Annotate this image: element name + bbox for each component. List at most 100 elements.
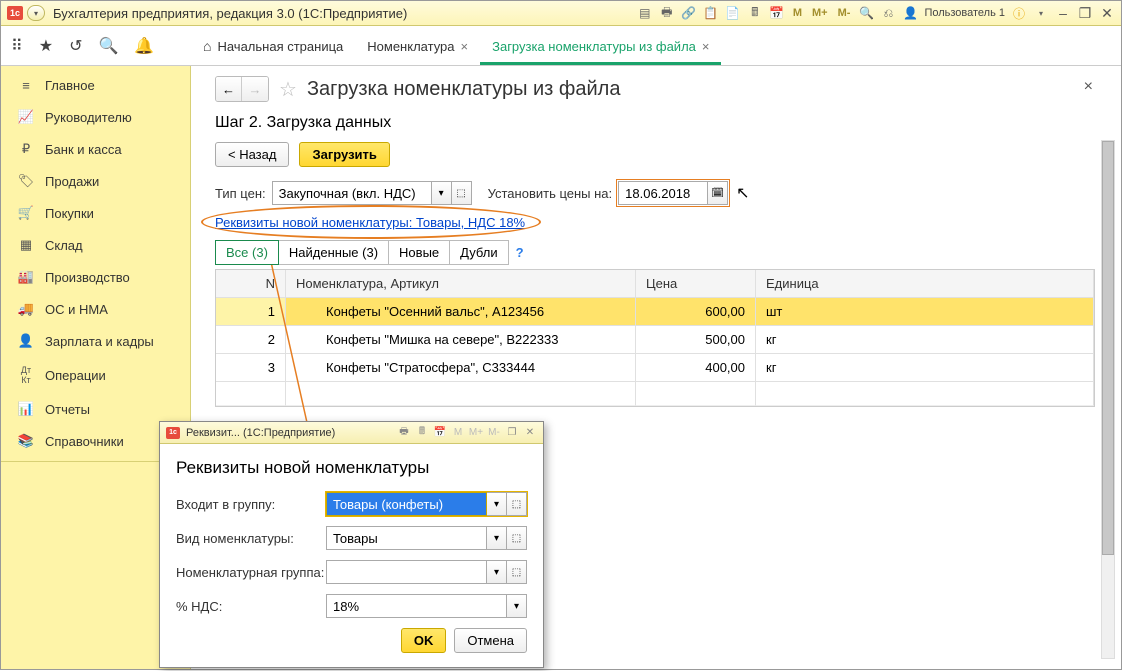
m-icon[interactable]: M	[451, 426, 465, 440]
help-icon[interactable]: ?	[516, 245, 524, 260]
ok-button[interactable]: OK	[401, 628, 447, 653]
tab-import[interactable]: Загрузка номенклатуры из файла ×	[480, 31, 721, 65]
vat-input[interactable]	[326, 594, 507, 618]
load-button[interactable]: Загрузить	[299, 142, 389, 167]
nav-back-button[interactable]: ←	[216, 77, 242, 101]
sidebar-item-assets[interactable]: 🚚ОС и НМА	[1, 293, 190, 325]
sidebar-item-sales[interactable]: 🏷Продажи	[1, 165, 190, 197]
new-item-defaults-link[interactable]: Реквизиты новой номенклатуры: Товары, НД…	[215, 215, 525, 230]
nomgroup-combo[interactable]: ▾ ⬚	[326, 560, 527, 584]
scrollbar-thumb[interactable]	[1102, 141, 1114, 555]
vertical-scrollbar[interactable]	[1101, 140, 1115, 659]
search-icon[interactable]: 🔍	[98, 36, 118, 56]
clipboard-icon[interactable]: 📋	[703, 5, 719, 21]
calc-icon[interactable]: 🖩	[747, 5, 763, 21]
user-label[interactable]: Пользователь 1	[924, 7, 1005, 19]
kind-label: Вид номенклатуры:	[176, 531, 326, 546]
calendar-picker-icon[interactable]: 🗓	[708, 181, 728, 205]
close-page-button[interactable]: ×	[1084, 78, 1093, 96]
open-dialog-icon[interactable]: ⬚	[507, 492, 527, 516]
cell-name: Конфеты "Осенний вальс", A123456	[286, 298, 636, 326]
sidebar-item-production[interactable]: 🏭Производство	[1, 261, 190, 293]
filter-tab-new[interactable]: Новые	[388, 240, 450, 265]
tab-nomenclature[interactable]: Номенклатура ×	[355, 31, 480, 65]
print-icon[interactable]: 🖶	[659, 5, 675, 21]
print-icon[interactable]: 🖶	[397, 426, 411, 440]
table-row[interactable]: 2 Конфеты "Мишка на севере", B222333 500…	[216, 326, 1094, 354]
cancel-button[interactable]: Отмена	[454, 628, 527, 653]
sidebar-item-label: Склад	[45, 238, 83, 253]
dropdown-icon[interactable]: ▾	[487, 560, 507, 584]
tab-home[interactable]: ⌂ Начальная страница	[191, 30, 355, 65]
zoom-icon[interactable]: 🔍	[858, 5, 874, 21]
sidebar-item-main[interactable]: ≡Главное	[1, 70, 190, 101]
close-icon[interactable]: ×	[461, 39, 469, 54]
filter-tab-found[interactable]: Найденные (3)	[278, 240, 389, 265]
dropdown-icon[interactable]: ▾	[432, 181, 452, 205]
memory-m-button[interactable]: M	[791, 7, 804, 19]
calendar-icon[interactable]: 📅	[433, 426, 447, 440]
sidebar-item-salary[interactable]: 👤Зарплата и кадры	[1, 325, 190, 357]
group-combo[interactable]: ▾ ⬚	[326, 492, 527, 516]
back-history-icon[interactable]: ⎌	[880, 5, 896, 21]
dropdown-icon[interactable]: ▾	[507, 594, 527, 618]
col-name[interactable]: Номенклатура, Артикул	[286, 270, 636, 298]
filter-tab-duplicates[interactable]: Дубли	[449, 240, 508, 265]
sidebar-item-purchases[interactable]: 🛒Покупки	[1, 197, 190, 229]
close-icon[interactable]: ×	[702, 39, 710, 54]
open-dialog-icon[interactable]: ⬚	[507, 560, 527, 584]
dialog-titlebar: 1c Реквизит... (1С:Предприятие) 🖶 🖩 📅 M …	[160, 422, 543, 444]
memory-mminus-button[interactable]: M-	[836, 7, 853, 19]
cell-unit: кг	[756, 354, 1094, 382]
calendar-icon[interactable]: 📅	[769, 5, 785, 21]
group-input[interactable]	[326, 492, 487, 516]
col-unit[interactable]: Единица	[756, 270, 1094, 298]
kind-combo[interactable]: ▾ ⬚	[326, 526, 527, 550]
date-combo[interactable]: 🗓	[618, 181, 728, 205]
sidebar-item-manager[interactable]: 📈Руководителю	[1, 101, 190, 133]
close-dialog-icon[interactable]: ✕	[523, 426, 537, 440]
table-row[interactable]: 1 Конфеты "Осенний вальс", A123456 600,0…	[216, 298, 1094, 326]
sidebar-item-warehouse[interactable]: ▦Склад	[1, 229, 190, 261]
open-dialog-icon[interactable]: ⬚	[507, 526, 527, 550]
info-icon[interactable]: ⓘ	[1011, 5, 1027, 21]
sidebar-item-bank[interactable]: ₽Банк и касса	[1, 133, 190, 165]
info-dropdown-icon[interactable]: ▾	[1033, 5, 1049, 21]
open-dialog-icon[interactable]: ⬚	[452, 181, 472, 205]
nav-forward-button[interactable]: →	[242, 77, 268, 101]
minimize-button[interactable]: –	[1055, 5, 1071, 21]
date-input[interactable]	[618, 181, 708, 205]
mplus-icon[interactable]: M+	[469, 426, 483, 440]
kind-input[interactable]	[326, 526, 487, 550]
dropdown-icon[interactable]: ▾	[487, 492, 507, 516]
vat-combo[interactable]: ▾	[326, 594, 527, 618]
nomgroup-input[interactable]	[326, 560, 487, 584]
mminus-icon[interactable]: M-	[487, 426, 501, 440]
barchart-icon: 📊	[17, 401, 35, 417]
dropdown-icon[interactable]: ▾	[487, 526, 507, 550]
doc-link-icon[interactable]: 🔗	[681, 5, 697, 21]
print-preview-icon[interactable]: ▤	[637, 5, 653, 21]
col-n[interactable]: N	[216, 270, 286, 298]
sidebar-item-operations[interactable]: ДтКтОперации	[1, 357, 190, 393]
calc-icon[interactable]: 🖩	[415, 426, 429, 440]
close-window-button[interactable]: ✕	[1099, 5, 1115, 21]
app-menu-dropdown[interactable]: ▾	[27, 5, 45, 21]
price-type-combo[interactable]: ▾ ⬚	[272, 181, 472, 205]
notifications-icon[interactable]: 🔔	[134, 36, 154, 56]
maximize-button[interactable]: ❐	[1077, 5, 1093, 21]
restore-icon[interactable]: ❐	[505, 426, 519, 440]
table-row[interactable]: 3 Конфеты "Стратосфера", C333444 400,00 …	[216, 354, 1094, 382]
filter-tab-all[interactable]: Все (3)	[215, 240, 279, 265]
apps-icon[interactable]: ⠿	[11, 36, 23, 56]
export-icon[interactable]: 📄	[725, 5, 741, 21]
col-price[interactable]: Цена	[636, 270, 756, 298]
sidebar-item-label: Главное	[45, 78, 95, 93]
price-type-input[interactable]	[272, 181, 432, 205]
back-button[interactable]: < Назад	[215, 142, 289, 167]
data-table: N Номенклатура, Артикул Цена Единица 1 К…	[215, 269, 1095, 407]
history-icon[interactable]: ↺	[69, 36, 82, 56]
memory-mplus-button[interactable]: M+	[810, 7, 830, 19]
favorite-star-icon[interactable]: ☆	[279, 77, 297, 102]
favorites-icon[interactable]: ★	[39, 36, 53, 56]
